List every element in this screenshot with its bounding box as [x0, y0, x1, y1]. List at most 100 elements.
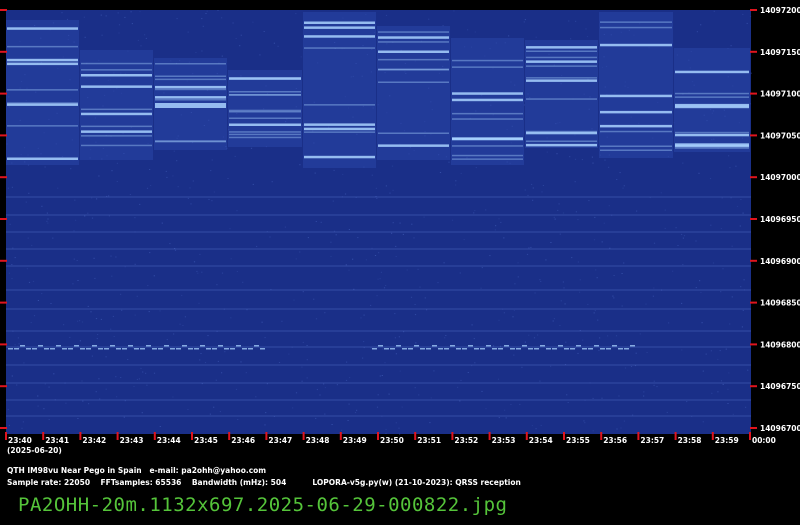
signal-streak — [229, 131, 301, 133]
frequency-label: 14097150 — [760, 48, 800, 57]
qrss-trace-dot — [468, 345, 473, 347]
signal-streak — [155, 88, 226, 91]
signal-block — [599, 12, 673, 158]
qrss-trace-dot — [438, 348, 443, 350]
signal-streak — [378, 58, 449, 61]
signal-streak — [81, 74, 152, 77]
time-label: 23:45 — [194, 436, 218, 445]
qrss-trace-dot — [378, 345, 383, 347]
signal-streak — [7, 157, 78, 160]
signal-streak — [452, 92, 523, 95]
qrss-trace-dot — [528, 348, 533, 350]
signal-streak — [600, 124, 672, 128]
qrss-trace-dot — [540, 345, 545, 347]
qrss-trace-dot — [456, 348, 461, 350]
receiver-settings: Sample rate: 22050 FFTsamples: 65536 Ban… — [7, 478, 521, 487]
signal-block — [228, 70, 302, 147]
signal-streak — [7, 89, 78, 91]
signal-streak — [304, 26, 375, 29]
signal-streak — [229, 136, 301, 139]
signal-streak — [304, 131, 375, 133]
time-label: 23:42 — [82, 436, 106, 445]
signal-block — [674, 48, 750, 152]
signal-streak — [452, 59, 523, 62]
signal-streak — [526, 130, 597, 133]
signal-streak — [155, 75, 226, 77]
time-label: 23:44 — [157, 436, 181, 445]
signal-streak — [452, 145, 523, 147]
signal-streak — [378, 68, 449, 70]
signal-streak — [229, 133, 301, 136]
time-label: 23:59 — [715, 436, 739, 445]
qrss-trace-dot — [498, 348, 503, 350]
qrss-trace-dot — [402, 348, 407, 350]
qrss-trace-dot — [600, 348, 605, 350]
signal-streak — [452, 66, 523, 68]
qrss-trace-dot — [200, 345, 205, 347]
qrss-trace-dot — [170, 348, 175, 350]
qrss-trace-dot — [588, 348, 593, 350]
signal-streak — [155, 105, 226, 108]
signal-streak — [229, 109, 301, 112]
signal-streak — [229, 111, 301, 113]
signal-streak — [675, 133, 749, 137]
qrss-trace-dot — [420, 348, 425, 350]
qrss-trace-dot — [486, 345, 491, 347]
qrss-trace-dot — [384, 348, 389, 350]
signal-streak — [304, 47, 375, 49]
qrss-trace-dot — [242, 348, 247, 350]
signal-streak — [81, 62, 152, 65]
qrss-trace-dot — [582, 348, 587, 350]
signal-streak — [81, 112, 152, 116]
qrss-trace-dot — [390, 348, 395, 350]
frequency-label: 14096900 — [760, 257, 800, 266]
station-info: QTH IM98vu Near Pego in Spain e-mail: pa… — [7, 466, 267, 475]
qrss-trace-dot — [522, 345, 527, 347]
qrss-trace-dot — [86, 348, 91, 350]
time-label: 23:51 — [417, 436, 441, 445]
signal-streak — [452, 112, 523, 115]
frequency-label: 14097000 — [760, 173, 800, 182]
qrss-trace-dot — [552, 348, 557, 350]
qrss-trace-dot — [146, 345, 151, 347]
qrss-trace-dot — [224, 348, 229, 350]
qrss-trace-dot — [432, 345, 437, 347]
qrss-trace-dot — [504, 345, 509, 347]
qrss-trace-dot — [188, 348, 193, 350]
qrss-trace-dot — [546, 348, 551, 350]
qrss-trace-dot — [110, 345, 115, 347]
frequency-label: 14096700 — [760, 424, 800, 433]
qrss-trace-dot — [450, 345, 455, 347]
qrss-trace-dot — [212, 348, 217, 350]
signal-streak — [229, 94, 301, 96]
qrss-trace-dot — [624, 348, 629, 350]
signal-streak — [675, 103, 749, 107]
signal-streak — [526, 50, 597, 52]
signal-streak — [7, 125, 78, 127]
qrss-trace-dot — [480, 348, 485, 350]
qrss-trace-dot — [408, 348, 413, 350]
signal-streak — [526, 79, 597, 82]
signal-streak — [229, 78, 301, 80]
signal-streak — [155, 96, 226, 99]
signal-streak — [155, 78, 226, 81]
signal-streak — [378, 50, 449, 53]
qrss-trace-dot — [74, 345, 79, 347]
qrss-trace-dot — [164, 345, 169, 347]
qrss-trace-dot — [230, 348, 235, 350]
signal-streak — [81, 125, 152, 128]
signal-streak — [378, 31, 449, 33]
signal-streak — [526, 140, 597, 142]
time-label: 23:54 — [529, 436, 553, 445]
signal-streak — [304, 21, 375, 24]
qrss-trace-dot — [474, 348, 479, 350]
signal-streak — [526, 60, 597, 63]
qrss-trace-dot — [128, 345, 133, 347]
qrss-trace-dot — [68, 348, 73, 350]
qrss-trace-dot — [134, 348, 139, 350]
signal-streak — [304, 35, 375, 38]
signal-streak — [452, 158, 523, 160]
frequency-label: 14097050 — [760, 131, 800, 140]
qrss-trace-dot — [372, 348, 377, 350]
frequency-label: 14096950 — [760, 215, 800, 224]
